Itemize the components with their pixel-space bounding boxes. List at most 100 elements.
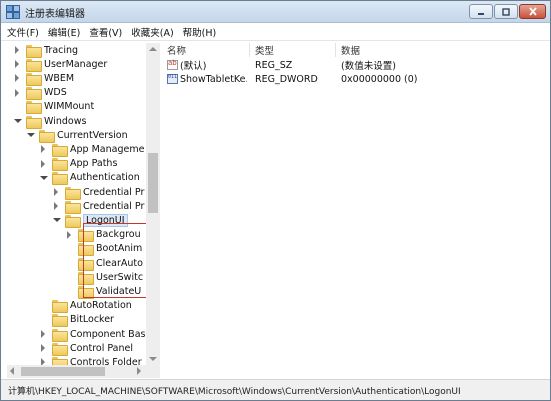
scroll-right-arrow-icon[interactable] <box>133 365 145 378</box>
folder-icon <box>52 356 68 365</box>
folder-icon <box>52 172 68 186</box>
registry-editor-window: 注册表编辑器 文件(F) 编辑(E) 查看(V) 收藏夹(A) 帮助(H) Tr… <box>0 0 551 401</box>
menu-view[interactable]: 查看(V) <box>89 25 122 39</box>
menu-favorites[interactable]: 收藏夹(A) <box>131 25 173 39</box>
expand-arrow-icon[interactable] <box>65 230 73 239</box>
tree-item-label: App Manageme <box>70 143 145 155</box>
tree-item[interactable]: Authentication <box>39 171 140 186</box>
value-row[interactable]: (默认) REG_SZ (数值未设置) <box>161 58 549 72</box>
menu-file[interactable]: 文件(F) <box>7 25 39 39</box>
registry-key-tree[interactable]: Tracing UserManager WBEM WDS WIMMount Windows… <box>7 43 160 365</box>
minimize-button[interactable] <box>469 4 493 19</box>
menu-edit[interactable]: 编辑(E) <box>48 25 80 39</box>
folder-icon <box>26 115 42 129</box>
expand-arrow-icon[interactable] <box>39 330 47 338</box>
value-type-cell: REG_SZ <box>255 59 293 71</box>
scroll-down-arrow-icon[interactable] <box>146 353 160 365</box>
collapse-arrow-icon[interactable] <box>13 117 22 125</box>
title-bar[interactable]: 注册表编辑器 <box>1 1 550 23</box>
tree-item[interactable]: Component Base <box>39 327 151 342</box>
maximize-button[interactable] <box>494 4 518 19</box>
folder-icon <box>65 186 81 200</box>
tree-item-label: Credential Pr <box>83 200 145 212</box>
dword-value-icon <box>167 74 178 84</box>
collapse-arrow-icon[interactable] <box>39 174 48 182</box>
expand-arrow-icon[interactable] <box>52 202 60 211</box>
tree-item-label: Control Panel <box>70 342 133 354</box>
tree-item-label: WDS <box>44 87 67 99</box>
expand-arrow-icon[interactable] <box>39 358 47 365</box>
tree-item[interactable]: BitLocker <box>39 313 114 328</box>
value-name-text: (默认) <box>180 61 207 72</box>
window-title: 注册表编辑器 <box>25 9 85 20</box>
tree-item[interactable]: AutoRotation <box>39 299 132 314</box>
expand-arrow-icon[interactable] <box>13 74 21 83</box>
tree-item[interactable]: App Manageme <box>39 142 145 157</box>
registry-editor-app-icon <box>6 5 20 19</box>
value-type-cell: REG_DWORD <box>255 73 318 85</box>
tree-item-label: Controls Folder <box>70 356 142 365</box>
tree-item-label: Windows <box>44 115 87 127</box>
tree-item[interactable]: Windows <box>13 114 87 129</box>
scroll-left-arrow-icon[interactable] <box>7 365 19 378</box>
tree-item[interactable]: Tracing <box>13 43 79 58</box>
expand-arrow-icon[interactable] <box>13 46 21 54</box>
folder-icon <box>52 143 68 157</box>
value-row[interactable]: ShowTabletKe... REG_DWORD 0x00000000 (0) <box>161 72 549 86</box>
tree-item[interactable]: Control Panel <box>39 341 133 356</box>
folder-icon <box>26 58 42 72</box>
tree-item-label: CurrentVersion <box>57 129 128 141</box>
tree-item-label: WBEM <box>44 72 75 84</box>
folder-icon <box>26 44 42 58</box>
tree-item[interactable]: Controls Folder <box>39 355 142 365</box>
menu-help[interactable]: 帮助(H) <box>183 25 217 39</box>
tree-item[interactable]: Credential Pr <box>52 185 145 200</box>
tree-item-label: Tracing <box>44 44 79 56</box>
close-icon <box>528 7 537 16</box>
values-list[interactable]: 名称 类型 数据 (默认)REG_SZ(数值未设置)ShowTabletKe..… <box>161 43 549 378</box>
folder-icon <box>52 300 68 314</box>
string-value-icon <box>167 59 178 70</box>
close-button[interactable] <box>519 4 546 19</box>
value-name-cell: ShowTabletKe... <box>167 72 247 86</box>
maximize-icon <box>502 7 510 16</box>
expand-arrow-icon[interactable] <box>39 145 47 154</box>
tree-item[interactable]: WIMMount <box>13 100 94 115</box>
folder-icon <box>26 101 42 115</box>
folder-icon <box>52 328 68 342</box>
folder-icon <box>52 342 68 356</box>
tree-item[interactable]: UserManager <box>13 57 108 72</box>
collapse-arrow-icon[interactable] <box>26 131 35 139</box>
expand-arrow-icon[interactable] <box>39 344 47 353</box>
column-header-data[interactable]: 数据 <box>335 43 535 57</box>
collapse-arrow-icon[interactable] <box>52 216 61 224</box>
tree-item-label: UserManager <box>44 58 108 70</box>
tree-item[interactable]: App Paths <box>39 157 117 172</box>
expand-arrow-icon[interactable] <box>52 188 60 196</box>
tree-item[interactable]: WDS <box>13 86 67 101</box>
tree-item[interactable]: Credential Pr <box>52 199 145 214</box>
expand-arrow-icon[interactable] <box>39 159 47 168</box>
tree-item[interactable]: WBEM <box>13 71 75 86</box>
folder-icon <box>65 200 81 214</box>
value-name-text: ShowTabletKe... <box>180 73 247 85</box>
tree-vertical-scroll-thumb[interactable] <box>148 153 158 213</box>
scroll-up-arrow-icon[interactable] <box>146 43 160 55</box>
folder-icon <box>39 129 55 143</box>
tree-item[interactable]: CurrentVersion <box>26 128 128 143</box>
tree-horizontal-scroll-thumb[interactable] <box>21 367 105 376</box>
expand-arrow-icon[interactable] <box>13 60 21 69</box>
column-header-type[interactable]: 类型 <box>249 43 335 57</box>
tree-vertical-scrollbar[interactable] <box>146 43 160 365</box>
expand-arrow-icon[interactable] <box>13 88 21 97</box>
tree-item-label: Credential Pr <box>83 186 145 198</box>
column-header-name[interactable]: 名称 <box>161 43 249 57</box>
value-name-cell: (默认) <box>167 58 247 72</box>
minimize-icon <box>478 12 484 15</box>
tree-horizontal-scrollbar[interactable] <box>7 365 160 378</box>
